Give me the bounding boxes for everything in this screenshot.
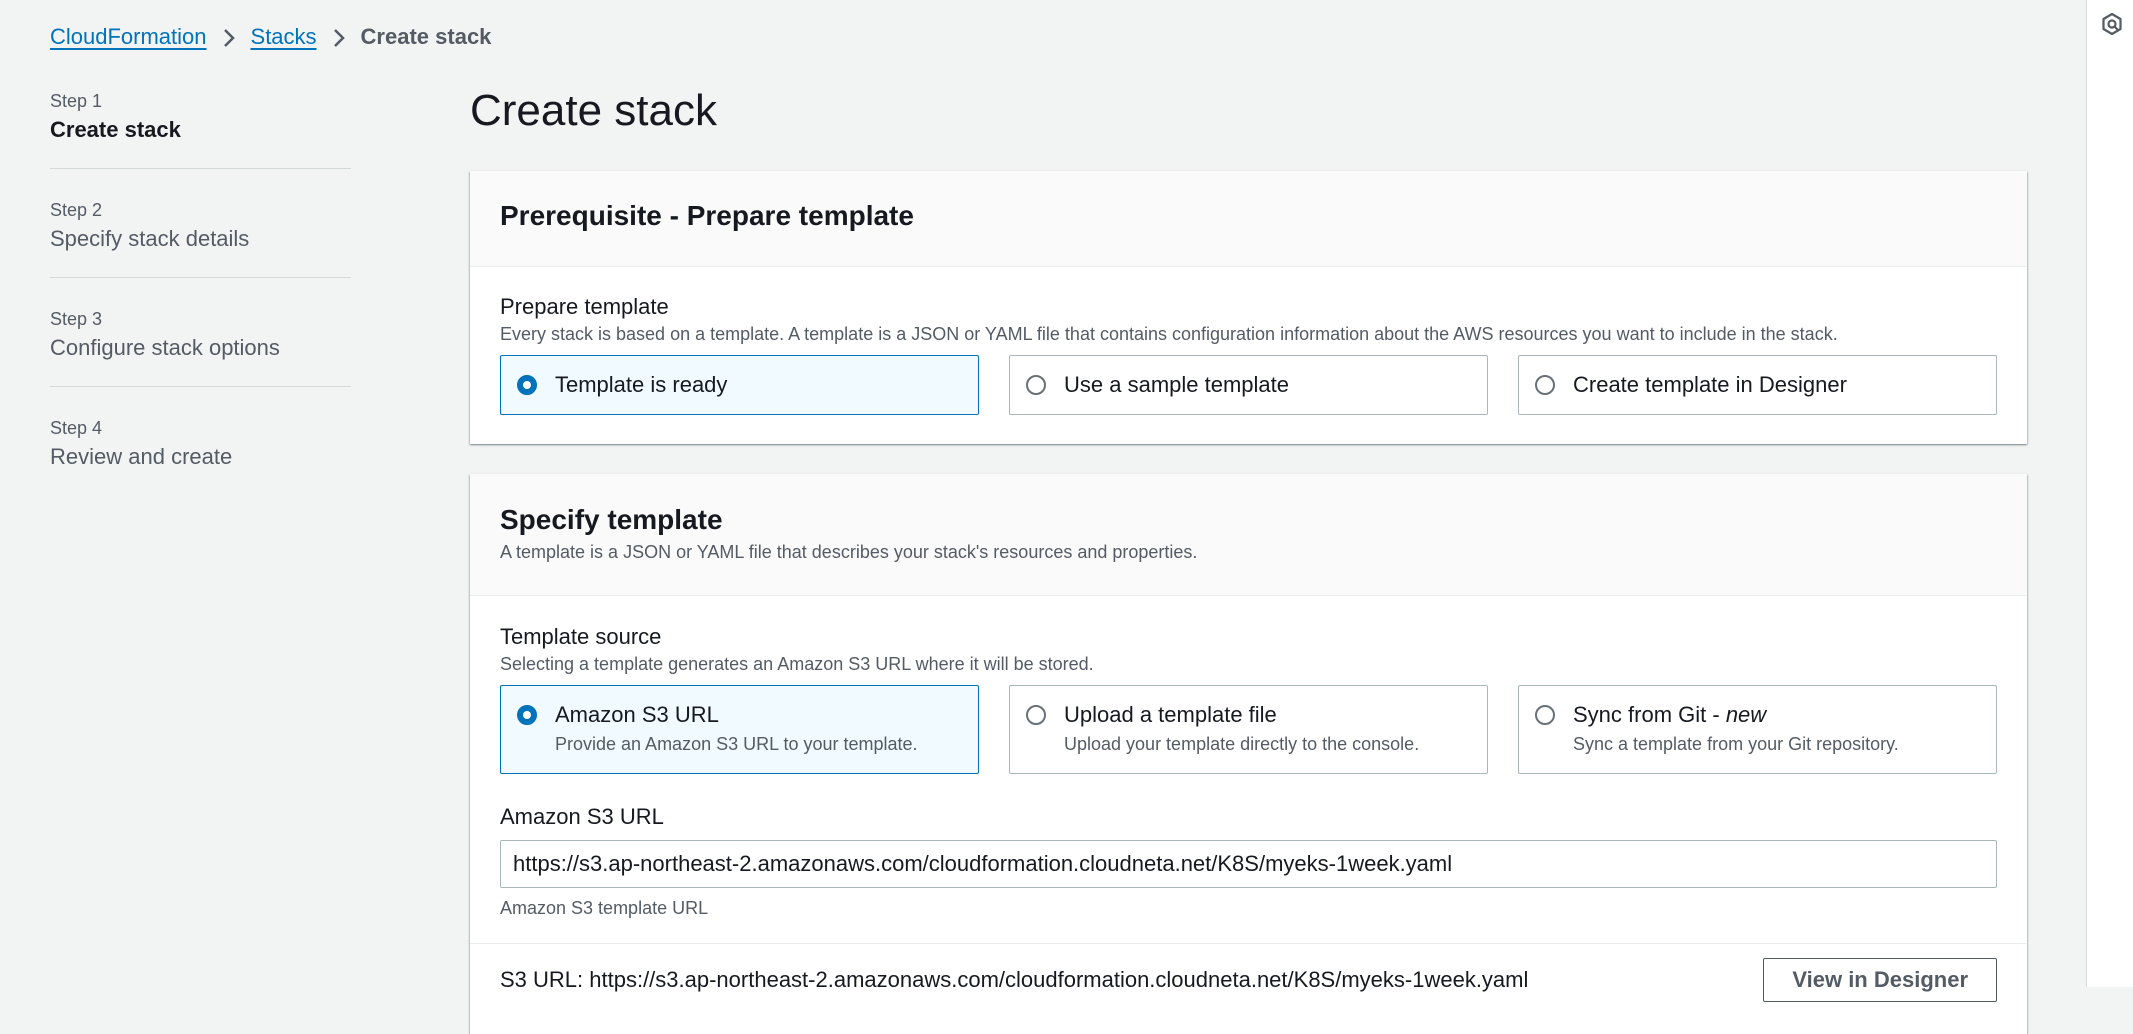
source-sync-from-git[interactable]: Sync from Git - new Sync a template from… <box>1518 685 1997 774</box>
step-number: Step 4 <box>50 418 103 438</box>
prepare-template-description: Every stack is based on a template. A te… <box>500 324 1838 344</box>
s3-url-text: S3 URL: https://s3.ap-northeast-2.amazon… <box>500 967 1529 992</box>
wizard-step-3: Step 3 Configure stack options <box>50 302 351 387</box>
option-label: Use a sample template <box>1064 372 1289 397</box>
step-title: Specify stack details <box>50 226 250 251</box>
step-number: Step 1 <box>50 91 103 111</box>
specify-template-description: A template is a JSON or YAML file that d… <box>500 542 1198 562</box>
source-label: Upload a template file <box>1064 702 1277 727</box>
step-title: Configure stack options <box>50 335 280 360</box>
specify-template-panel-header: Specify template A template is a JSON or… <box>470 474 2027 596</box>
new-badge: new <box>1725 702 1767 727</box>
s3-url-row-container: S3 URL: https://s3.ap-northeast-2.amazon… <box>470 943 2027 1002</box>
step-number: Step 2 <box>50 200 103 220</box>
prerequisite-heading: Prerequisite - Prepare template <box>500 200 914 231</box>
template-source-options: Amazon S3 URL Provide an Amazon S3 URL t… <box>500 685 1997 774</box>
wizard-steps-nav: Step 1 Create stack Step 2 Specify stack… <box>50 84 351 519</box>
source-amazon-s3-url[interactable]: Amazon S3 URL Provide an Amazon S3 URL t… <box>500 685 979 774</box>
breadcrumb-cloudformation-link[interactable]: CloudFormation <box>50 24 207 50</box>
specify-template-panel: Specify template A template is a JSON or… <box>470 474 2027 1034</box>
amazon-s3-url-input[interactable] <box>500 840 1997 888</box>
source-description: Sync a template from your Git repository… <box>1573 734 1899 754</box>
option-designer-template[interactable]: Create template in Designer <box>1518 355 1997 415</box>
radio-button[interactable] <box>517 375 537 395</box>
prerequisite-panel: Prerequisite - Prepare template Prepare … <box>470 171 2027 444</box>
source-upload-file[interactable]: Upload a template file Upload your templ… <box>1009 685 1488 774</box>
right-utility-rail <box>2086 0 2133 987</box>
specify-template-panel-body: Template source Selecting a template gen… <box>470 596 2027 1002</box>
amazon-s3-url-hint: Amazon S3 template URL <box>500 898 709 918</box>
prepare-template-options: Template is ready Use a sample template … <box>500 355 1997 415</box>
radio-button[interactable] <box>517 705 537 725</box>
feedback-icon[interactable] <box>2100 12 2124 36</box>
step-title: Review and create <box>50 444 233 469</box>
view-in-designer-button[interactable]: View in Designer <box>1763 958 1997 1002</box>
prerequisite-panel-body: Prepare template Every stack is based on… <box>470 267 2027 444</box>
radio-button[interactable] <box>1026 375 1046 395</box>
source-description: Upload your template directly to the con… <box>1064 734 1420 754</box>
option-sample-template[interactable]: Use a sample template <box>1009 355 1488 415</box>
breadcrumb-current: Create stack <box>360 24 492 49</box>
option-template-ready[interactable]: Template is ready <box>500 355 979 415</box>
template-source-label: Template source <box>500 624 662 649</box>
radio-button[interactable] <box>1535 375 1555 395</box>
amazon-s3-url-label: Amazon S3 URL <box>500 804 664 829</box>
wizard-step-4: Step 4 Review and create <box>50 411 351 495</box>
option-label: Template is ready <box>555 372 728 397</box>
specify-template-heading: Specify template <box>500 504 723 535</box>
chevron-right-icon <box>207 24 251 50</box>
source-label: Amazon S3 URL <box>555 702 719 727</box>
source-description: Provide an Amazon S3 URL to your templat… <box>555 734 918 754</box>
breadcrumb-stacks-link[interactable]: Stacks <box>251 24 317 50</box>
prepare-template-label: Prepare template <box>500 294 669 319</box>
step-number: Step 3 <box>50 309 103 329</box>
option-label: Create template in Designer <box>1573 372 1847 397</box>
prerequisite-panel-header: Prerequisite - Prepare template <box>470 171 2027 267</box>
step-title: Create stack <box>50 117 181 142</box>
radio-button[interactable] <box>1026 705 1046 725</box>
radio-button[interactable] <box>1535 705 1555 725</box>
s3-url-row: S3 URL: https://s3.ap-northeast-2.amazon… <box>500 958 1997 1002</box>
source-label: Sync from Git - new <box>1573 702 1767 727</box>
page-title: Create stack <box>470 86 717 135</box>
template-source-description: Selecting a template generates an Amazon… <box>500 654 1094 674</box>
breadcrumb: CloudFormation Stacks Create stack <box>50 24 491 50</box>
wizard-step-1: Step 1 Create stack <box>50 84 351 169</box>
wizard-step-2: Step 2 Specify stack details <box>50 193 351 278</box>
chevron-right-icon <box>317 24 361 50</box>
source-label-text: Sync from Git <box>1573 702 1707 727</box>
